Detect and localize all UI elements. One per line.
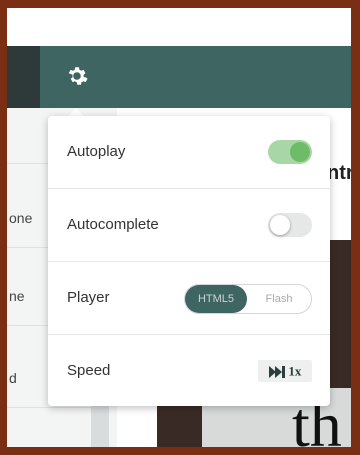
player-option-flash[interactable]: Flash [247, 285, 311, 313]
autoplay-label: Autoplay [67, 143, 126, 160]
player-selector: HTML5 Flash [184, 284, 312, 314]
speed-value: 1x [288, 363, 302, 379]
speed-row: Speed 1x [48, 335, 330, 407]
player-row: Player HTML5 Flash [48, 262, 330, 335]
gear-icon [68, 67, 88, 85]
autocomplete-row: Autocomplete [48, 189, 330, 262]
toggle-knob [270, 215, 290, 235]
autocomplete-toggle[interactable] [268, 213, 312, 237]
autocomplete-label: Autocomplete [67, 216, 159, 233]
autoplay-row: Autoplay [48, 116, 330, 189]
app-screen: one ne d ntr th Autoplay Autocomplete Pl… [7, 8, 351, 447]
settings-popover: Autoplay Autocomplete Player HTML5 Flash… [48, 116, 330, 406]
sidebar-item-label: ne [9, 288, 25, 304]
sidebar-item-label: d [9, 370, 17, 386]
content-title: ntr [327, 162, 351, 184]
player-label: Player [67, 289, 110, 306]
speed-button[interactable]: 1x [258, 360, 312, 382]
sidebar-item-label: one [9, 210, 33, 226]
toolbar-left-panel [7, 46, 40, 108]
toggle-knob [290, 142, 310, 162]
player-option-html5[interactable]: HTML5 [185, 285, 247, 313]
settings-button[interactable] [49, 56, 105, 108]
autoplay-toggle[interactable] [268, 140, 312, 164]
fast-forward-icon [268, 365, 285, 378]
top-bar [7, 8, 351, 46]
speed-label: Speed [67, 362, 111, 379]
